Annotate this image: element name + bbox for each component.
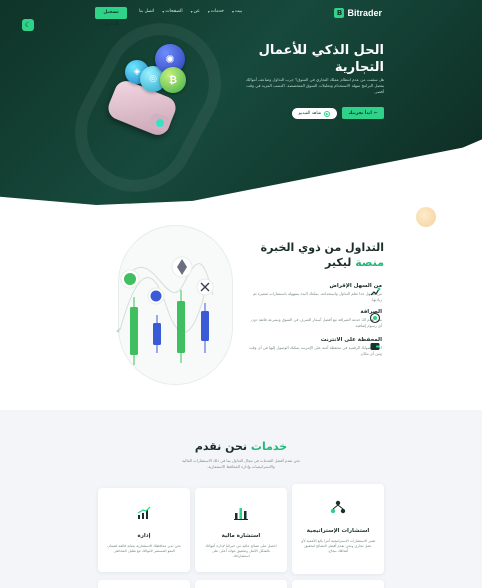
- nav-item-services[interactable]: خدمات ▾: [208, 9, 224, 14]
- experience-title-line2: منصة ليكير: [234, 255, 384, 270]
- nav-label: بيت: [234, 9, 242, 14]
- nav-item-pages[interactable]: الصفحات ▾: [162, 9, 182, 14]
- feature-description: نحن نقدم لك خدمة الصرافة مع أفضل أسعار ا…: [251, 317, 382, 328]
- card-description: تعتبر الاستشارات الاستراتيجية أمرا بالغ …: [300, 539, 376, 554]
- card-title: استشارة مالية: [221, 533, 261, 539]
- wallet-button: [156, 119, 164, 127]
- service-card-management[interactable]: إدارة نحن ندير محافظك الاستثمارية بعناية…: [98, 488, 190, 572]
- chevron-down-icon: ▾: [162, 9, 165, 14]
- start-button-label: ابدأ تجربتك: [348, 110, 372, 116]
- growth-chart-icon: [135, 504, 153, 522]
- service-card: [292, 580, 384, 588]
- trading-illustration: [108, 225, 238, 385]
- wallet-icon: [369, 340, 381, 352]
- main-nav: بيت ▾ خدمات ▾ عن ▾ الصفحات ▾ اتصل بنا: [130, 9, 242, 14]
- nav-item-about[interactable]: عن ▾: [191, 9, 200, 14]
- services-title: خدمات نحن نقدم: [0, 440, 482, 453]
- card-description: نحن ندير محافظك الاستثمارية بعناية فائقة…: [107, 544, 181, 554]
- bar-chart-icon: [232, 504, 250, 522]
- service-card: [98, 580, 190, 588]
- start-button[interactable]: ← ابدأ تجربتك: [342, 107, 384, 119]
- card-description: احصل على نصائح مالية من خبرائنا لإدارة أ…: [205, 544, 277, 559]
- decorative-dove-icon: [416, 207, 436, 227]
- service-card: [195, 580, 287, 588]
- language-toggle-icon[interactable]: ☾: [22, 19, 34, 31]
- nav-label: خدمات: [210, 9, 224, 14]
- arrow-left-icon: ←: [373, 110, 378, 116]
- strategy-network-icon: [329, 498, 347, 516]
- services-title-accent: خدمات: [250, 440, 288, 453]
- brand-logo[interactable]: B Bitrader: [334, 8, 382, 18]
- service-card-financial[interactable]: استشارة مالية احصل على نصائح مالية من خب…: [195, 488, 287, 572]
- chevron-down-icon: ▾: [231, 9, 234, 14]
- experience-title-rest: ليكير: [324, 256, 352, 269]
- experience-title: التداول من ذوي الخبرة منصة ليكير: [234, 240, 384, 270]
- login-button[interactable]: تسجيل الدخول: [95, 7, 127, 27]
- brand-name: Bitrader: [347, 8, 382, 18]
- hero-section: [0, 0, 482, 205]
- lending-icon: [369, 286, 381, 298]
- exchange-icon: [369, 312, 381, 324]
- feature-lending: من السهل الإقراض من السهل جدا تعلم التدا…: [247, 283, 382, 302]
- nav-label: الصفحات: [165, 9, 183, 14]
- experience-title-line1: التداول من ذوي الخبرة: [260, 241, 384, 254]
- card-title: استشارات الإستراتيجية: [306, 528, 370, 534]
- feature-title: من السهل الإقراض: [329, 283, 382, 289]
- nav-item-contact[interactable]: اتصل بنا: [139, 9, 154, 14]
- watch-video-button[interactable]: ▶ شاهد الفيديو: [292, 108, 337, 119]
- feature-description: من السهل جدا تعلم التداول واستخدامه. يمك…: [252, 291, 382, 302]
- hero-title: الحل الذكي للأعمال التجارية: [258, 43, 384, 75]
- nav-item-home[interactable]: بيت ▾: [232, 9, 242, 14]
- services-title-rest: نحن نقدم: [194, 440, 248, 453]
- chevron-down-icon: ▾: [207, 9, 210, 14]
- services-description: نحن نقدم أفضل الخدمات في مجال التداول بم…: [182, 458, 300, 469]
- nav-label: اتصل بنا: [139, 9, 155, 14]
- experience-title-accent: منصة: [355, 256, 384, 269]
- feature-exchange: الصرافة نحن نقدم لك خدمة الصرافة مع أفضل…: [247, 309, 382, 328]
- bitcoin-coin-icon: ₿: [160, 67, 186, 93]
- chevron-down-icon: ▾: [190, 9, 193, 14]
- feature-description: احفظ أصولك الرقمية في محفظة آمنة على الإ…: [249, 345, 382, 356]
- watch-video-label: شاهد الفيديو: [298, 111, 322, 116]
- feature-online-wallet: المحفظة على الانترنت احفظ أصولك الرقمية …: [247, 337, 382, 356]
- card-title: إدارة: [137, 533, 151, 539]
- service-card-strategy[interactable]: استشارات الإستراتيجية تعتبر الاستشارات ا…: [292, 484, 384, 574]
- nav-label: عن: [193, 9, 200, 14]
- brand-icon: B: [334, 8, 345, 18]
- feature-title: الصرافة: [360, 309, 382, 315]
- candlestick-chart-icon: [116, 256, 214, 365]
- feature-title: المحفظة على الانترنت: [320, 337, 382, 343]
- hero-description: هل سئمت من عدم انتظام عملك التجاري في ال…: [245, 77, 384, 95]
- play-icon: ▶: [324, 110, 331, 117]
